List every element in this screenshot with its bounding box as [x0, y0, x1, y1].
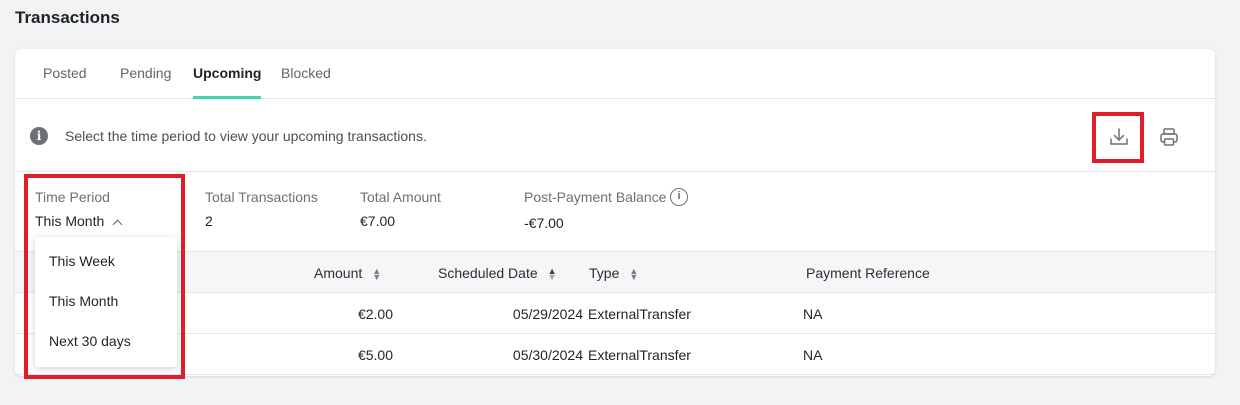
sort-icon-active: ▲ ▼ [547, 266, 557, 283]
column-header-payment-reference: Payment Reference [806, 265, 930, 281]
post-payment-balance-value: -€7.00 [524, 215, 564, 231]
download-icon [1110, 128, 1128, 145]
print-button[interactable] [1149, 117, 1189, 157]
cell-amount: €2.00 [357, 306, 393, 322]
tab-blocked[interactable]: Blocked [281, 49, 331, 99]
tab-pending[interactable]: Pending [120, 49, 171, 99]
cell-scheduled-date: 05/30/2024 [512, 347, 583, 363]
column-header-scheduled-date[interactable]: Scheduled Date ▲ ▼ [438, 265, 557, 283]
table-row[interactable]: €5.00 05/30/2024 ExternalTransfer NA [15, 334, 1215, 375]
download-button[interactable] [1099, 117, 1139, 157]
info-bar: i Select the time period to view your up… [15, 99, 1215, 172]
post-payment-balance-label: Post-Payment Balance [524, 189, 667, 205]
cell-type: ExternalTransfer [588, 347, 691, 363]
info-icon: i [30, 127, 48, 145]
total-transactions-label: Total Transactions [205, 189, 318, 205]
time-period-dropdown: This Week This Month Next 30 days [35, 237, 177, 367]
info-text: Select the time period to view your upco… [65, 128, 427, 144]
time-period-label: Time Period [35, 189, 110, 205]
column-header-type[interactable]: Type ▲ ▼ [589, 265, 639, 283]
cell-type: ExternalTransfer [588, 306, 691, 322]
cell-amount: €5.00 [357, 347, 393, 363]
dropdown-option-this-week[interactable]: This Week [49, 253, 115, 269]
cell-payment-reference: NA [803, 347, 823, 363]
table-header: Amount ▲ ▼ Scheduled Date ▲ ▼ Type ▲ ▼ Payment… [15, 251, 1215, 293]
printer-icon [1160, 128, 1178, 146]
time-period-select[interactable]: This Month [35, 213, 123, 230]
time-period-value: This Month [35, 213, 105, 229]
sort-icon: ▲ ▼ [372, 266, 382, 283]
tab-posted[interactable]: Posted [43, 49, 87, 99]
column-header-amount[interactable]: Amount ▲ ▼ [314, 265, 382, 283]
sort-icon: ▲ ▼ [629, 266, 639, 283]
tab-bar: Posted Pending Upcoming Blocked [15, 49, 1215, 99]
dropdown-option-this-month[interactable]: This Month [49, 293, 118, 309]
dropdown-option-next-30-days[interactable]: Next 30 days [49, 333, 131, 349]
cell-scheduled-date: 05/29/2024 [512, 306, 583, 322]
total-amount-value: €7.00 [360, 213, 396, 229]
chevron-up-icon [112, 219, 123, 230]
cell-payment-reference: NA [803, 306, 823, 322]
table-row[interactable]: €2.00 05/29/2024 ExternalTransfer NA [15, 293, 1215, 334]
transactions-card: Posted Pending Upcoming Blocked i Select… [15, 49, 1215, 376]
page-title: Transactions [15, 8, 120, 27]
total-amount-label: Total Amount [360, 189, 441, 205]
total-transactions-value: 2 [205, 213, 213, 229]
help-icon[interactable]: i [670, 188, 688, 206]
tab-upcoming[interactable]: Upcoming [193, 49, 262, 99]
